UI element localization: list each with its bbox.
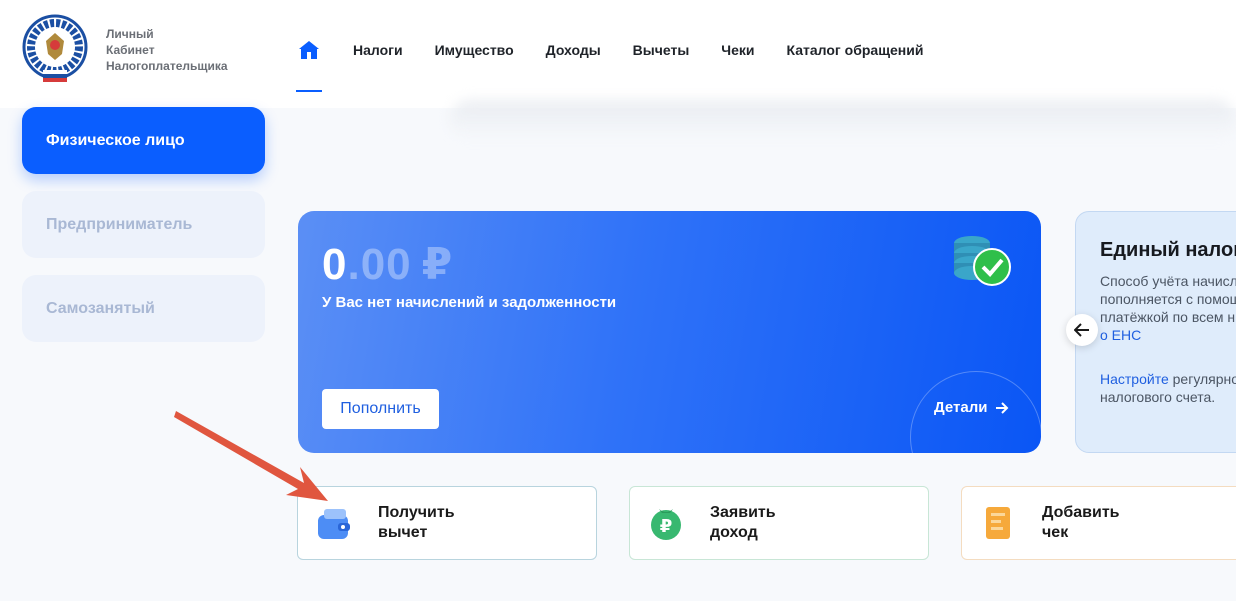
nav-item-income[interactable]: Доходы xyxy=(546,42,601,58)
ens-description: Способ учёта начисл пополняется с помощ … xyxy=(1100,272,1236,344)
nav-active-underline xyxy=(296,90,322,92)
sidebar-item-entrepreneur[interactable]: Предприниматель xyxy=(22,191,265,258)
declare-income-card[interactable]: ₽ Заявить доход xyxy=(629,486,929,560)
sidebar-item-self-employed[interactable]: Самозанятый xyxy=(22,275,265,342)
svg-text:₽: ₽ xyxy=(660,516,673,537)
arrow-right-icon xyxy=(996,401,1009,414)
ens-line: пополняется с помощ xyxy=(1100,291,1236,307)
fns-logo[interactable] xyxy=(22,14,88,82)
nav-item-property[interactable]: Имущество xyxy=(435,42,514,58)
action-label: Добавить чек xyxy=(1042,503,1120,543)
ens-line: Способ учёта начисл xyxy=(1100,273,1236,289)
get-deduction-card[interactable]: Получить вычет xyxy=(297,486,597,560)
header-shadow xyxy=(450,100,1236,140)
ens-link[interactable]: о ЕНС xyxy=(1100,326,1236,344)
ens-line: налогового счета. xyxy=(1100,389,1216,405)
carousel-prev-button[interactable] xyxy=(1066,314,1098,346)
action-line: доход xyxy=(710,524,758,541)
action-label: Заявить доход xyxy=(710,503,776,543)
action-line: Добавить xyxy=(1042,504,1120,521)
balance-decimal: .00 xyxy=(347,240,412,289)
add-receipt-card[interactable]: Добавить чек xyxy=(961,486,1236,560)
arrow-left-icon xyxy=(1074,323,1089,337)
coins-check-icon xyxy=(954,236,1011,286)
balance-amount: 0.00 ₽ xyxy=(322,239,453,290)
details-label: Детали xyxy=(934,399,988,416)
action-label: Получить вычет xyxy=(378,503,455,543)
ens-info-card: Единый налог Способ учёта начисл пополня… xyxy=(1075,211,1236,453)
nav-item-receipts[interactable]: Чеки xyxy=(721,42,754,58)
receipt-icon xyxy=(986,507,1010,539)
nav-home[interactable] xyxy=(296,8,322,92)
ens-line: платёжкой по всем н xyxy=(1100,309,1236,325)
brand-line: Кабинет xyxy=(106,43,155,57)
balance-status: У Вас нет начислений и задолженности xyxy=(322,294,617,311)
setup-link[interactable]: Настройте xyxy=(1100,371,1169,387)
action-line: чек xyxy=(1042,524,1069,541)
ruble-bag-icon: ₽ xyxy=(651,509,681,540)
action-line: Получить xyxy=(378,504,455,521)
ens-setup-text: Настройте регулярно налогового счета. xyxy=(1100,370,1236,406)
currency-sign: ₽ xyxy=(421,240,454,289)
nav-item-deductions[interactable]: Вычеты xyxy=(633,42,690,58)
home-icon xyxy=(299,41,319,59)
details-link[interactable]: Детали xyxy=(934,399,1009,416)
brand-line: Личный xyxy=(106,27,154,41)
brand-line: Налогоплательщика xyxy=(106,59,228,73)
ens-title: Единый налог xyxy=(1100,239,1236,261)
action-line: Заявить xyxy=(710,504,776,521)
nav-item-requests-catalog[interactable]: Каталог обращений xyxy=(787,42,924,58)
sidebar-item-individual[interactable]: Физическое лицо xyxy=(22,107,265,174)
balance-whole: 0 xyxy=(322,240,348,289)
brand-title[interactable]: Личный Кабинет Налогоплательщика xyxy=(106,26,228,74)
main-nav: Налоги Имущество Доходы Вычеты Чеки Ката… xyxy=(296,0,955,100)
annotation-arrow xyxy=(174,411,328,501)
action-line: вычет xyxy=(378,524,428,541)
nav-item-taxes[interactable]: Налоги xyxy=(353,42,403,58)
balance-card: 0.00 ₽ У Вас нет начислений и задолженнос… xyxy=(298,211,1041,453)
ens-line: регулярно xyxy=(1168,371,1236,387)
